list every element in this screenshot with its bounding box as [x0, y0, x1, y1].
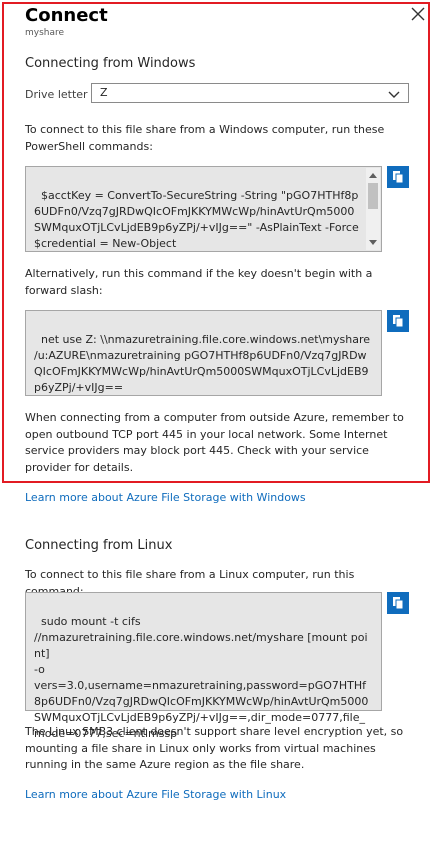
page-subtitle: myshare: [25, 28, 65, 38]
mount-code-box[interactable]: sudo mount -t cifs //nmazuretraining.fil…: [25, 592, 382, 740]
mount-code: sudo mount -t cifs //nmazuretraining.fil…: [34, 615, 369, 740]
net-use-code-box[interactable]: net use Z: \\nmazuretraining.file.core.w…: [25, 310, 382, 396]
scroll-thumb[interactable]: [368, 183, 378, 209]
scroll-down-arrow-icon[interactable]: [369, 240, 377, 245]
scroll-up-arrow-icon[interactable]: [369, 173, 377, 178]
drive-letter-label: Drive letter: [25, 88, 88, 101]
copy-mount-button[interactable]: [387, 592, 409, 614]
copy-icon: [393, 597, 404, 610]
copy-icon: [393, 171, 404, 184]
windows-alt-instructions: Alternatively, run this command if the k…: [25, 267, 373, 297]
copy-powershell-button[interactable]: [387, 166, 409, 188]
page-title: Connect: [25, 5, 108, 26]
windows-instructions: To connect to this file share from a Win…: [25, 123, 385, 153]
code-scrollbar[interactable]: [366, 168, 380, 250]
powershell-code-box[interactable]: $acctKey = ConvertTo-SecureString -Strin…: [25, 166, 382, 252]
net-use-code: net use Z: \\nmazuretraining.file.core.w…: [34, 333, 374, 394]
powershell-code: $acctKey = ConvertTo-SecureString -Strin…: [34, 189, 359, 250]
chevron-down-icon: [388, 89, 400, 102]
learn-more-windows-link[interactable]: Learn more about Azure File Storage with…: [25, 491, 306, 504]
port-note: When connecting from a computer from out…: [25, 411, 404, 474]
copy-net-use-button[interactable]: [387, 310, 409, 332]
close-icon[interactable]: [410, 6, 426, 22]
linux-heading: Connecting from Linux: [25, 538, 173, 553]
drive-letter-value: Z: [100, 86, 108, 99]
drive-letter-select[interactable]: Z: [91, 83, 409, 103]
windows-heading: Connecting from Windows: [25, 56, 196, 71]
copy-icon: [393, 315, 404, 328]
linux-note: The Linux SMB3 client doesn't support sh…: [25, 725, 404, 771]
learn-more-linux-link[interactable]: Learn more about Azure File Storage with…: [25, 788, 286, 801]
